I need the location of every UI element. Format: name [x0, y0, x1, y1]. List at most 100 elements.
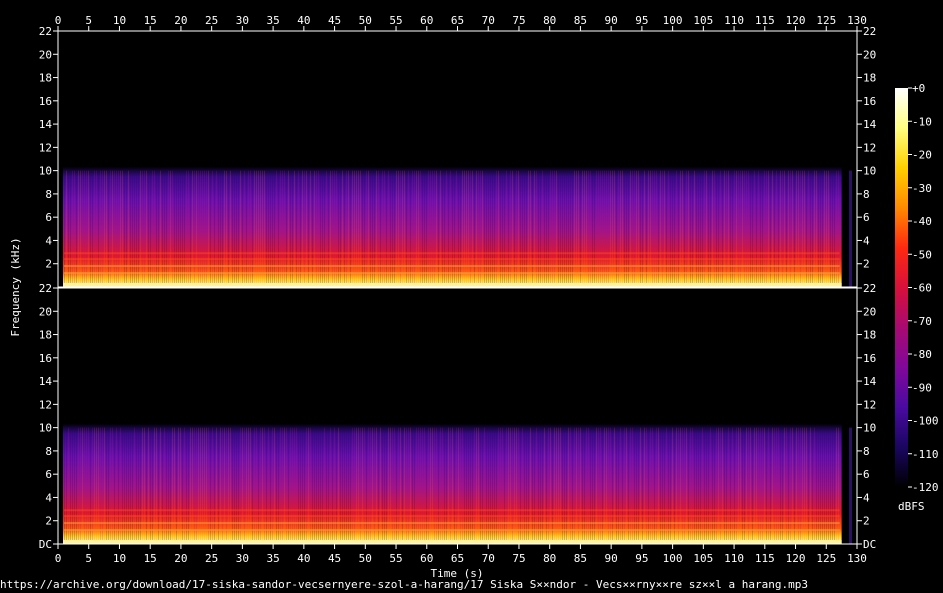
- x-tick-label-top: 70: [482, 14, 495, 27]
- x-tick-label-top: 120: [786, 14, 806, 27]
- y-tick-label-right: 12: [863, 141, 876, 154]
- low-frequency-band: [63, 283, 842, 287]
- x-tick-label-top: 15: [144, 14, 157, 27]
- y-tick-label-left: 4: [45, 491, 52, 504]
- y-tick-label-left: 22: [39, 25, 52, 38]
- x-tick-label-bottom: 0: [55, 552, 62, 565]
- y-tick-label-right: 16: [863, 95, 876, 108]
- y-tick-label-right: 4: [863, 234, 870, 247]
- y-axis-label: Frequency (kHz): [9, 237, 22, 336]
- colorbar: +0 -10 -20 -30 -40 -50 -60 -70 -80 -90 -100 -110 -12…: [895, 82, 939, 513]
- x-tick-label-bottom: 75: [512, 552, 525, 565]
- harmonic-band: [64, 522, 840, 525]
- x-tick-label-bottom: 30: [236, 552, 249, 565]
- x-tick-label-bottom: 105: [693, 552, 713, 565]
- low-frequency-band: [63, 540, 842, 544]
- colorbar-tick-label: -20: [912, 149, 932, 162]
- x-tick-label-top: 95: [635, 14, 648, 27]
- x-tick-label-top: 85: [574, 14, 587, 27]
- colorbar-tick-label: -10: [912, 115, 932, 128]
- y-tick-label-left: 10: [39, 165, 52, 178]
- x-tick-label-top: 55: [389, 14, 402, 27]
- x-tick-label-top: 60: [420, 14, 433, 27]
- y-tick-label-right: 20: [863, 48, 876, 61]
- y-tick-label-left: 10: [39, 422, 52, 435]
- colorbar-tick-label: +0: [912, 82, 925, 95]
- y-tick-label-left: 6: [45, 468, 52, 481]
- y-tick-label-right: 10: [863, 165, 876, 178]
- x-tick-label-bottom: 65: [451, 552, 464, 565]
- end-blip: [849, 427, 853, 544]
- y-tick-label-right: 22: [863, 25, 876, 38]
- harmonic-band: [64, 252, 840, 255]
- y-tick-label-left: 16: [39, 95, 52, 108]
- x-tick-label-bottom: 80: [543, 552, 556, 565]
- spectrogram-channel-2: [57, 287, 858, 545]
- y-tick-label-right: 14: [863, 118, 877, 131]
- x-tick-label-bottom: 60: [420, 552, 433, 565]
- harmonic-band: [64, 258, 840, 261]
- y-tick-label-left: 12: [39, 398, 52, 411]
- y-tick-label-right: 22: [863, 282, 876, 295]
- y-tick-label-left: 8: [45, 188, 52, 201]
- y-tick-label-left: 14: [39, 375, 53, 388]
- x-tick-label-bottom: 85: [574, 552, 587, 565]
- y-tick-label-left: 18: [39, 72, 52, 85]
- x-tick-label-top: 45: [328, 14, 341, 27]
- y-tick-label-right: 16: [863, 352, 876, 365]
- y-tick-label-left: 12: [39, 141, 52, 154]
- colorbar-tick-label: -120: [912, 481, 939, 494]
- y-tick-label-left: 14: [39, 118, 53, 131]
- spectrogram-figure: 0055101015152020252530303535404045455050…: [9, 14, 939, 580]
- y-tick-label-right: 12: [863, 398, 876, 411]
- x-tick-label-bottom: 5: [85, 552, 92, 565]
- x-tick-label-bottom: 115: [755, 552, 775, 565]
- y-tick-label-right: 6: [863, 468, 870, 481]
- y-tick-label-right: 10: [863, 422, 876, 435]
- x-tick-label-top: 50: [359, 14, 372, 27]
- y-tick-label-right: 8: [863, 188, 870, 201]
- harmonic-band: [64, 265, 840, 268]
- colorbar-tick-label: -50: [912, 248, 932, 261]
- end-blip: [849, 170, 853, 287]
- y-tick-label-left: 8: [45, 445, 52, 458]
- spectrogram-channel-1: [57, 30, 858, 288]
- colorbar-gradient: [895, 88, 908, 487]
- colorbar-tick-label: -40: [912, 215, 932, 228]
- y-tick-label-left: 4: [45, 234, 52, 247]
- y-tick-label-right: 2: [863, 258, 870, 271]
- x-tick-label-bottom: 45: [328, 552, 341, 565]
- y-tick-label-left: 16: [39, 352, 52, 365]
- colorbar-label: dBFS: [898, 500, 925, 513]
- x-tick-label-bottom: 90: [605, 552, 618, 565]
- harmonic-band: [64, 515, 840, 518]
- x-tick-label-bottom: 95: [635, 552, 648, 565]
- colorbar-tick-label: -110: [912, 448, 939, 461]
- y-tick-label-left: 22: [39, 282, 52, 295]
- y-tick-label-right: 6: [863, 211, 870, 224]
- x-tick-label-bottom: 120: [786, 552, 806, 565]
- x-tick-label-bottom: 55: [389, 552, 402, 565]
- colorbar-tick-label: -60: [912, 282, 932, 295]
- x-tick-label-bottom: 110: [724, 552, 744, 565]
- harmonic-band: [64, 529, 840, 532]
- x-tick-label-bottom: 100: [663, 552, 683, 565]
- x-tick-label-top: 115: [755, 14, 775, 27]
- x-tick-label-top: 0: [55, 14, 62, 27]
- y-tick-label-left: 20: [39, 305, 52, 318]
- x-tick-label-top: 100: [663, 14, 683, 27]
- x-tick-label-top: 125: [816, 14, 836, 27]
- x-tick-label-top: 10: [113, 14, 126, 27]
- y-tick-label-right: 18: [863, 329, 876, 342]
- x-tick-label-bottom: 130: [847, 552, 867, 565]
- x-tick-label-top: 65: [451, 14, 464, 27]
- y-tick-label-left: 2: [45, 258, 52, 271]
- source-url: https://archive.org/download/17-siska-sa…: [0, 578, 808, 591]
- x-tick-label-top: 25: [205, 14, 218, 27]
- y-tick-label-left: 18: [39, 329, 52, 342]
- x-tick-label-top: 40: [297, 14, 310, 27]
- x-tick-label-top: 75: [512, 14, 525, 27]
- y-tick-label-right: 8: [863, 445, 870, 458]
- x-tick-label-bottom: 15: [144, 552, 157, 565]
- x-tick-label-bottom: 35: [266, 552, 279, 565]
